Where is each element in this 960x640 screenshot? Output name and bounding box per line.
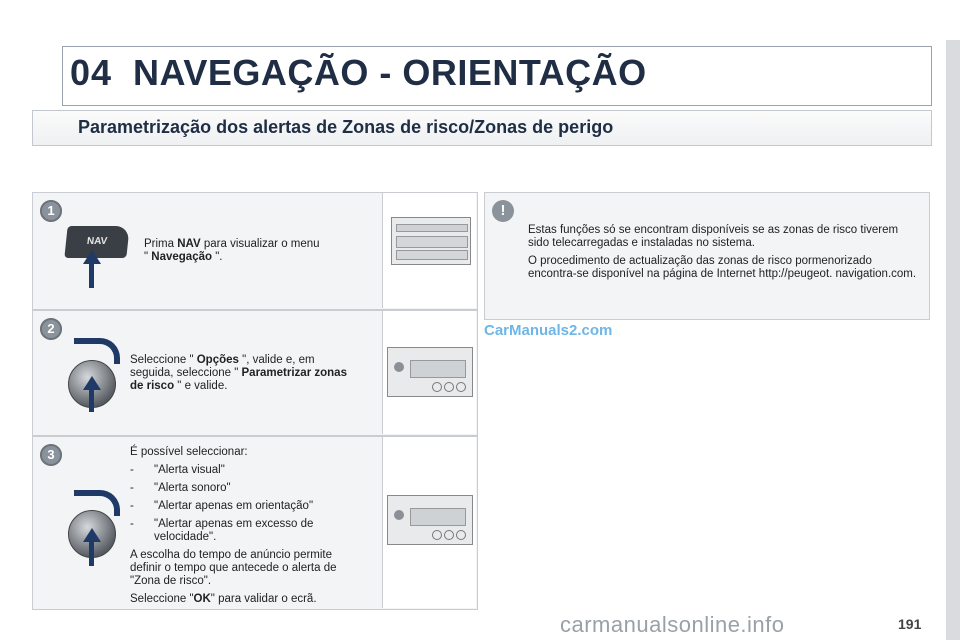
radio-panel-image [387, 347, 473, 397]
warning-icon: ! [492, 200, 514, 222]
step-1-text: Prima NAV para visualizar o menu " Naveg… [144, 238, 320, 263]
warning-para-1: Estas funções só se encontram disponívei… [528, 224, 899, 249]
press-arrow-icon [83, 250, 101, 288]
option-item: - "Alertar apenas em excesso de velocidad… [130, 518, 314, 543]
warning-para-2: O procedimento de actualização das zonas… [528, 255, 917, 280]
step-1-number-badge: 1 [40, 200, 62, 222]
press-arrow-icon [83, 528, 101, 566]
radio-panel-image [387, 495, 473, 545]
step-3-image-cell [382, 437, 476, 608]
chapter-title: NAVEGAÇÃO - ORIENTAÇÃO [133, 52, 647, 93]
step-3-text: É possível seleccionar: - "Alerta visual"… [130, 446, 376, 606]
step-3-note: A escolha do tempo de anúncio permite de… [130, 549, 337, 587]
radio-panel-image [391, 217, 471, 265]
section-title: Parametrização dos alertas de Zonas de r… [78, 117, 614, 137]
watermark-manualsonline: carmanualsonline.info [560, 612, 785, 637]
chapter-number: 04 [70, 52, 113, 93]
step-3-number-badge: 3 [40, 444, 62, 466]
watermark-carmanuals: CarManuals2.com [484, 322, 613, 339]
option-item: - "Alertar apenas em orientação" [130, 500, 314, 512]
option-item: - "Alerta visual" [130, 464, 225, 476]
page-edge-bar [946, 40, 960, 640]
option-item: - "Alerta sonoro" [130, 482, 231, 494]
step-3-final: Seleccione "OK" para validar o ecrã. [130, 593, 317, 605]
press-arrow-icon [83, 376, 101, 412]
step-1-image-cell [382, 193, 476, 308]
step-2-number-badge: 2 [40, 318, 62, 340]
step-2-image-cell [382, 311, 476, 434]
step-3-intro: É possível seleccionar: [130, 446, 248, 458]
page-number: 191 [898, 616, 922, 632]
step-2-text: Seleccione " Opções ", valide e, em segu… [130, 354, 347, 392]
warning-text: Estas funções só se encontram disponívei… [528, 224, 918, 281]
